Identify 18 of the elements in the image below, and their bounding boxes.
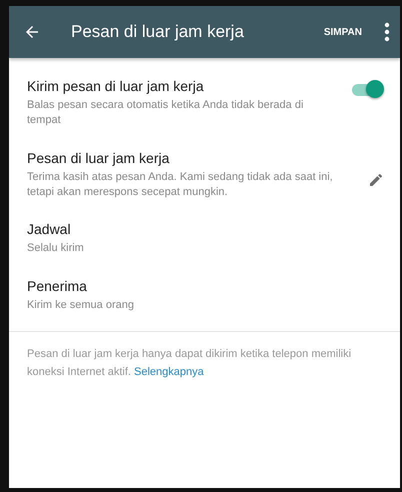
setting-item[interactable]: Kirim pesan di luar jam kerja Balas pesan secara otomatis ketika Anda tidak berada di tempat xyxy=(9,68,400,140)
pencil-icon[interactable] xyxy=(368,172,384,188)
setting-title: Penerima xyxy=(27,278,88,294)
save-button[interactable]: SIMPAN xyxy=(318,22,368,42)
setting-item[interactable]: Penerima Kirim ke semua orang xyxy=(9,268,400,326)
learn-more-link[interactable]: Selengkapnya xyxy=(134,366,204,378)
setting-item[interactable]: Pesan di luar jam kerja Terima kasih atas pesan Anda. Kami sedang tidak ada saat ini, tetapi akan merespons secepat mungkin. xyxy=(9,140,400,212)
setting-item[interactable]: Jadwal Selalu kirim xyxy=(9,211,400,268)
setting-title: Jadwal xyxy=(27,221,72,238)
setting-description: Terima kasih atas pesan Anda. Kami sedang tidak ada saat ini, tetapi akan merespons secepat mungkin. xyxy=(27,170,334,200)
setting-description: Selalu kirim xyxy=(27,241,85,256)
setting-title: Kirim pesan di luar jam kerja xyxy=(27,78,205,94)
setting-description: Kirim ke semua orang xyxy=(27,298,135,314)
screen-title: Pesan di luar jam kerja xyxy=(71,22,245,42)
toggle-switch[interactable] xyxy=(350,80,384,100)
setting-title: Pesan di luar jam kerja xyxy=(27,150,170,166)
setting-description: Balas pesan secara otomatis ketika Anda tidak berada di tempat xyxy=(27,98,304,128)
info-text: Pesan di luar jam kerja hanya dapat dikirim ketika telepon memiliki koneksi Internet aktif. Selengkapnya xyxy=(27,347,352,380)
